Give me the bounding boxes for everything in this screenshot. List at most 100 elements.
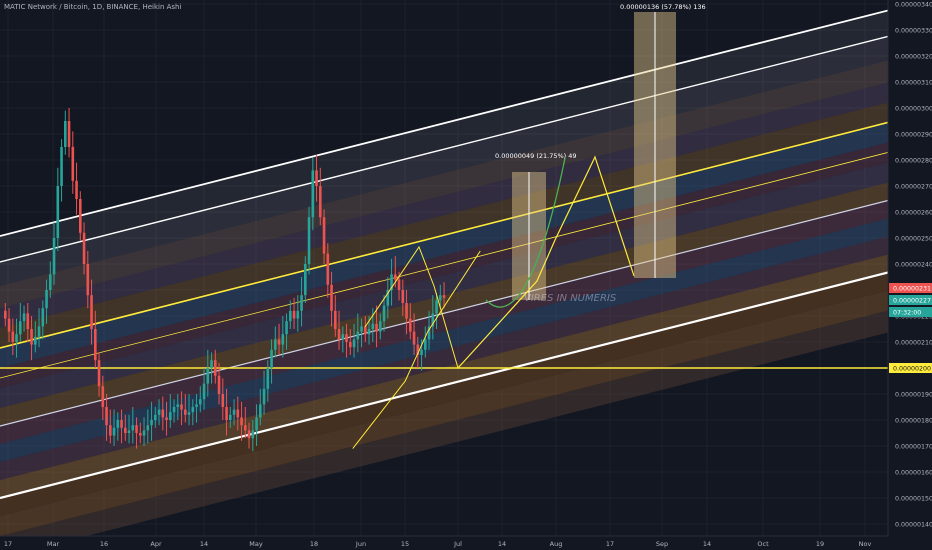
y-tick-label: 0.00000140 [895,522,932,529]
candle-body [142,430,146,436]
x-tick-label: Jul [453,540,462,548]
candle-body [375,323,378,332]
candle [64,110,67,155]
candle-body [409,318,412,332]
candle-body [30,329,33,345]
candle-body [379,321,382,332]
candle-body [90,295,93,329]
candle-body [304,264,307,296]
candle-body [289,310,292,322]
candle-body [180,404,183,410]
candle-body [210,360,213,368]
candle-body [225,407,228,420]
x-tick-label: 17 [606,540,614,548]
candle-body [169,412,172,420]
svg-text:0.00000200: 0.00000200 [893,365,931,372]
y-tick-label: 0.00000170 [895,444,932,451]
candle-body [322,217,326,254]
y-tick-label: 0.00000180 [895,418,932,425]
candle-body [165,417,168,420]
x-tick-label: Mar [47,540,60,548]
candle-body [214,360,217,376]
candle-body [259,404,262,418]
candle-body [116,420,120,428]
candle [60,139,63,202]
candle-body [60,147,63,186]
candle-body [154,414,157,420]
candle-body [79,199,82,233]
candle-body [397,279,401,290]
candle-body [112,427,116,436]
y-tick-label: 0.00000240 [895,262,932,269]
candle-body [285,321,288,335]
candle-body [367,329,371,335]
candle-body [184,409,187,415]
countdown-tag: 07:32:00 [889,307,932,317]
candle-body [94,329,97,361]
chart-style-label: Heikin Ashi [142,3,182,11]
measure-label-1: 0.00000049 (21.75%) 49 [495,152,577,160]
candle-body [232,409,236,415]
candle [67,108,71,158]
candle-body [109,425,112,436]
candle-body [401,290,405,303]
chart-header: MATIC Network / Bitcoin, 1D, BINANCE, He… [4,3,182,11]
candle-body [435,300,438,314]
y-tick-label: 0.00000340 [895,2,932,9]
bid-price-tag: 0.00000231 [889,283,932,293]
candle-body [56,186,60,238]
x-tick-label: Nov [859,540,872,548]
y-tick-label: 0.00000210 [895,340,932,347]
candle-body [139,433,142,436]
candle-body [15,334,18,342]
candle-body [206,368,210,384]
candle-body [382,305,386,322]
x-tick-label: 16 [100,540,108,548]
candle-body [394,274,397,280]
y-tick-label: 0.00000260 [895,210,932,217]
svg-text:0.00000227: 0.00000227 [893,297,931,304]
candle-body [86,264,90,296]
candle-body [360,326,363,332]
candle-body [251,430,255,439]
candle-body [101,386,105,407]
candle-body [319,186,322,218]
candle-body [240,417,243,426]
candle-body [135,425,138,433]
candle-body [266,368,270,389]
candle-body [352,339,356,348]
candle-body [345,334,348,342]
candle-body [356,331,360,340]
x-tick-label: 14 [498,540,506,548]
support-price-tag: 0.00000200 [889,363,932,373]
y-tick-label: 0.00000330 [895,28,932,35]
exchange-label: BINANCE [106,3,138,11]
candle-body [405,303,408,319]
candle-body [337,329,341,340]
candle-body [255,417,258,431]
candle-body [34,336,37,345]
candle-body [270,349,273,368]
price-chart[interactable]: 0.00000049 (21.75%) 49 0.00000136 (57.78%… [0,0,932,550]
candle-body [229,414,232,420]
time-axis [0,536,888,550]
svg-text:07:32:00: 07:32:00 [893,309,921,316]
candle-body [11,331,15,342]
candle-body [4,310,7,319]
symbol-name[interactable]: MATIC Network / Bitcoin [4,3,88,11]
candle-body [202,383,206,400]
candle-body [277,339,281,345]
candle-body [296,310,300,319]
last-price-tag: 0.00000227 [889,295,932,305]
candle-body [172,407,176,413]
y-tick-label: 0.00000310 [895,80,932,87]
candle-body [22,313,26,322]
x-tick-label: 19 [816,540,824,548]
measure-label-2: 0.00000136 (57.78%) 136 [620,3,706,11]
candle-body [45,290,48,309]
candle-body [105,407,108,426]
interval-label[interactable]: 1D [92,3,102,11]
candle [71,131,75,194]
candle-body [300,295,303,311]
candle-body [330,284,333,311]
